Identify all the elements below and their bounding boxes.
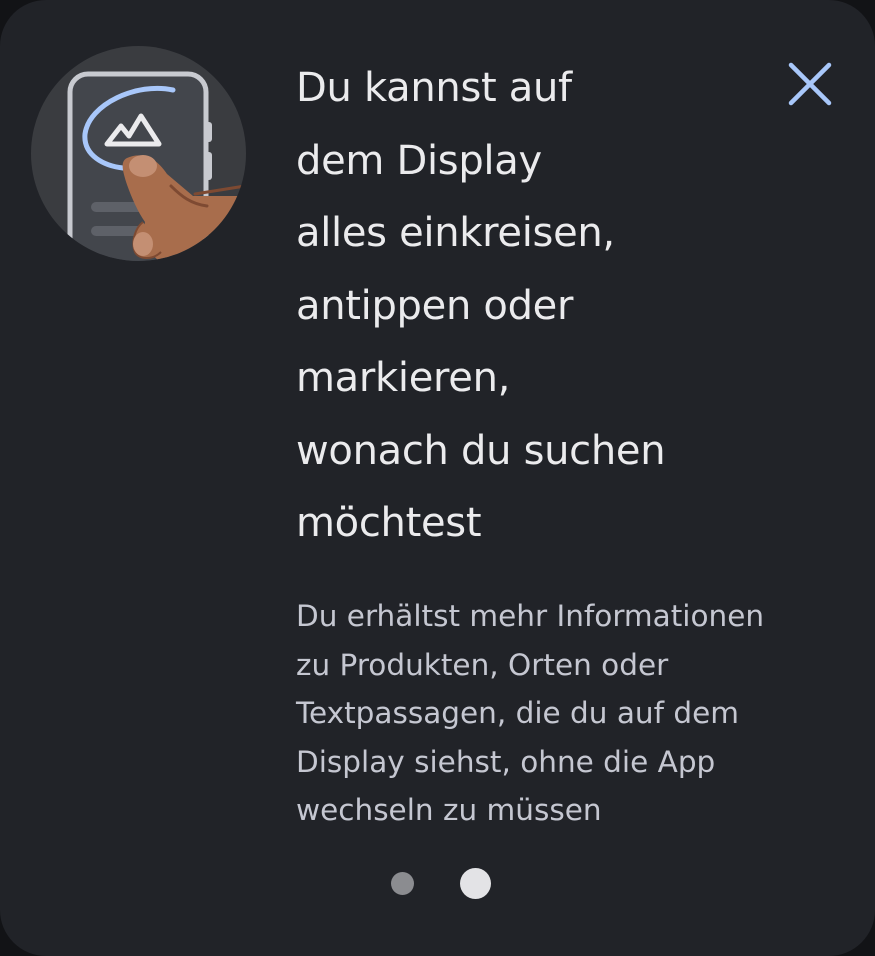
title-line: Du kannst auf: [296, 65, 572, 111]
circle-to-search-illustration: [31, 46, 246, 261]
dialog-title: Du kannst auf dem Display alles einkreis…: [296, 52, 766, 560]
title-line: antippen oder: [296, 282, 574, 329]
dialog-description: Du erhältst mehr Informationen zu Produk…: [296, 592, 851, 835]
page-indicator: [0, 866, 875, 900]
title-line: alles einkreisen,: [296, 210, 615, 256]
title-line: dem Display: [296, 137, 542, 184]
close-icon: [788, 62, 832, 106]
description-line: Display siehst, ohne die App: [296, 744, 716, 779]
description-line: Du erhältst mehr Informationen: [296, 599, 765, 633]
page-dot-1[interactable]: [391, 872, 414, 895]
page-dot-2-active[interactable]: [460, 868, 491, 899]
description-line: wechseln zu müssen: [296, 793, 602, 827]
illustration-svg: [31, 46, 246, 261]
onboarding-dialog: Du kannst auf dem Display alles einkreis…: [0, 0, 875, 956]
title-line: wonach du suchen: [296, 427, 666, 474]
description-line: zu Produkten, Orten oder: [296, 647, 669, 682]
close-button[interactable]: [778, 52, 842, 116]
title-line: möchtest: [296, 500, 482, 546]
title-line: markieren,: [296, 355, 511, 401]
description-line: Textpassagen, die du auf dem: [296, 696, 740, 730]
